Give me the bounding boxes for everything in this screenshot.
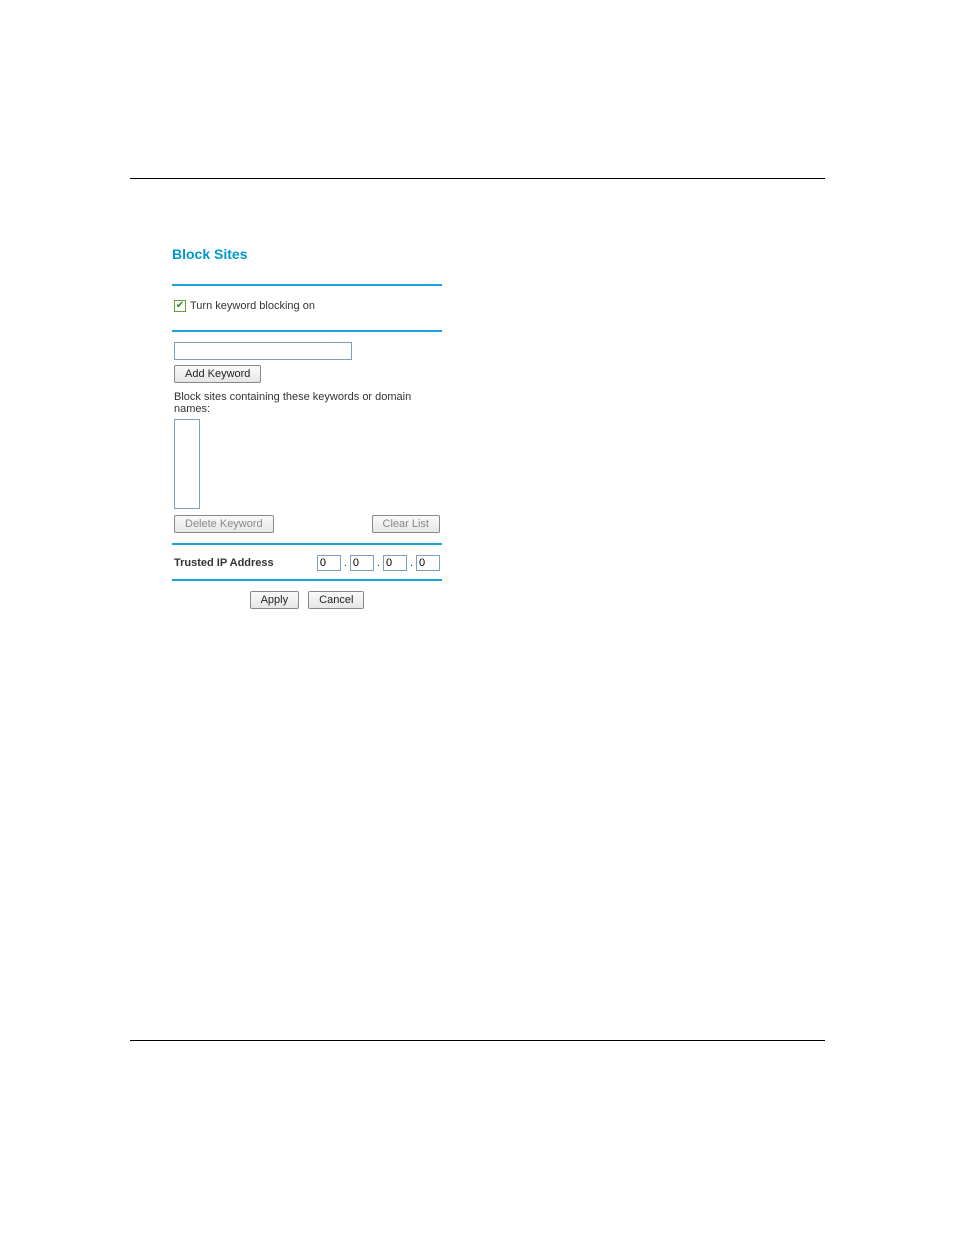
keyword-blocking-row: ✔ Turn keyword blocking on bbox=[174, 296, 440, 320]
add-keyword-button[interactable]: Add Keyword bbox=[174, 365, 261, 383]
dot-icon: . bbox=[409, 557, 414, 569]
ip-octet-3[interactable] bbox=[383, 555, 407, 571]
add-keyword-section: Add Keyword Block sites containing these… bbox=[172, 332, 442, 543]
blocklist-label: Block sites containing these keywords or… bbox=[174, 391, 440, 415]
dot-icon: . bbox=[343, 557, 348, 569]
trusted-ip-label: Trusted IP Address bbox=[174, 557, 274, 569]
cancel-button[interactable]: Cancel bbox=[308, 591, 364, 609]
delete-keyword-button[interactable]: Delete Keyword bbox=[174, 515, 274, 533]
ip-octet-1[interactable] bbox=[317, 555, 341, 571]
keyword-input[interactable] bbox=[174, 342, 352, 360]
page-bottom-rule bbox=[130, 1040, 825, 1041]
checkbox-section: ✔ Turn keyword blocking on bbox=[172, 286, 442, 330]
keyword-blocking-checkbox[interactable]: ✔ bbox=[174, 300, 186, 312]
ip-octet-4[interactable] bbox=[416, 555, 440, 571]
block-sites-panel: Block Sites ✔ Turn keyword blocking on A… bbox=[172, 246, 442, 619]
ip-octet-2[interactable] bbox=[350, 555, 374, 571]
trusted-ip-fields: . . . bbox=[317, 555, 440, 571]
trusted-ip-row: Trusted IP Address . . . bbox=[172, 545, 442, 579]
apply-button[interactable]: Apply bbox=[250, 591, 300, 609]
keyword-listbox[interactable] bbox=[174, 419, 200, 509]
panel-title: Block Sites bbox=[172, 246, 442, 262]
clear-list-button[interactable]: Clear List bbox=[372, 515, 440, 533]
dot-icon: . bbox=[376, 557, 381, 569]
action-row: Apply Cancel bbox=[172, 581, 442, 619]
keyword-actions: Delete Keyword Clear List bbox=[174, 515, 440, 533]
keyword-blocking-label: Turn keyword blocking on bbox=[190, 300, 315, 312]
page-top-rule bbox=[130, 178, 825, 179]
